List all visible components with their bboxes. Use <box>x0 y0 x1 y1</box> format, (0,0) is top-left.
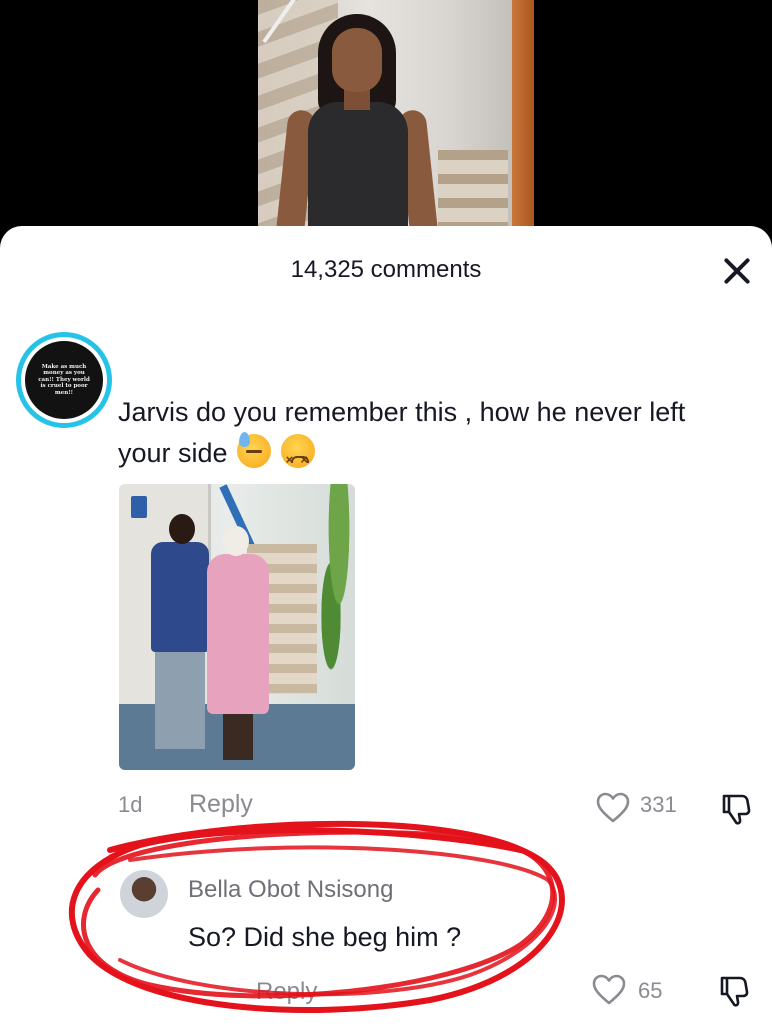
heart-icon[interactable] <box>596 792 630 824</box>
close-icon[interactable] <box>718 252 756 290</box>
reply-button[interactable]: Reply <box>189 790 253 819</box>
door-frame <box>512 0 534 260</box>
comments-count-title: 14,325 comments <box>290 256 482 283</box>
restroom-sign <box>131 496 147 518</box>
reply-author-avatar[interactable] <box>120 870 168 918</box>
dislike-icon[interactable] <box>720 792 756 826</box>
dislike-icon[interactable] <box>718 974 754 1008</box>
like-count: 331 <box>640 792 677 817</box>
confounded-emoji-icon <box>280 434 315 480</box>
reply-like-count: 65 <box>638 978 663 1003</box>
reply-author-name[interactable]: Bella Obot Nsisong <box>188 876 393 904</box>
comment-photo[interactable] <box>119 484 355 770</box>
video-person <box>275 14 439 260</box>
downcast-sweat-emoji-icon <box>237 432 272 468</box>
heart-icon[interactable] <box>592 974 626 1006</box>
reply-text: So? Did she beg him ? <box>188 922 462 952</box>
video-player[interactable] <box>0 0 772 260</box>
avatar-caption: Make as much money as you can!! They wor… <box>38 363 90 396</box>
video-frame <box>258 0 534 260</box>
commenter-avatar[interactable]: Make as much money as you can!! They wor… <box>16 332 112 428</box>
comment-text: Jarvis do you remember this , how he nev… <box>118 397 686 468</box>
comment-timestamp: 1d <box>118 792 143 817</box>
comment-body: Jarvis do you remember this , how he nev… <box>118 392 738 480</box>
comments-sheet: 14,325 comments Make as much money as yo… <box>0 226 772 1024</box>
reply-reply-button[interactable]: Reply <box>256 978 317 1006</box>
